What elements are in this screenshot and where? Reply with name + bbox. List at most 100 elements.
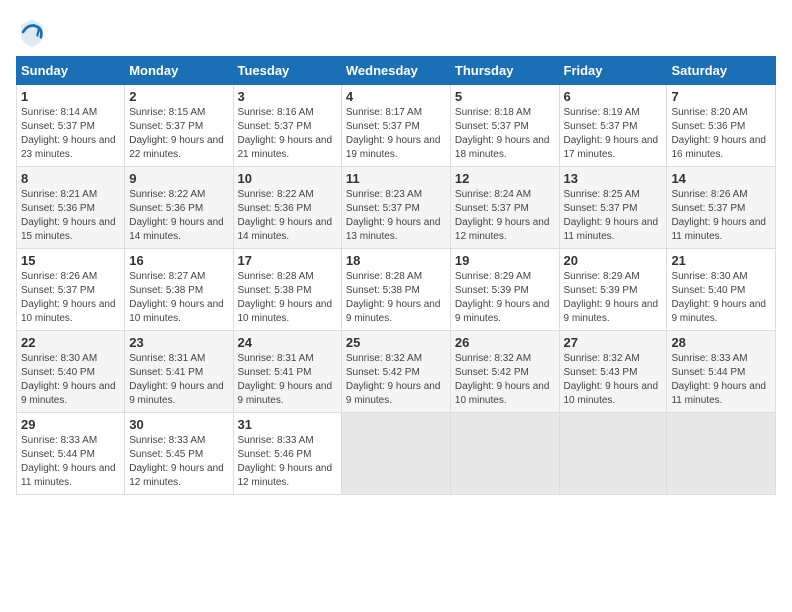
logo: [16, 16, 52, 48]
calendar-cell: 11 Sunrise: 8:23 AM Sunset: 5:37 PM Dayl…: [341, 167, 450, 249]
header-day-saturday: Saturday: [667, 57, 776, 85]
calendar-cell: [559, 413, 667, 495]
header-day-monday: Monday: [125, 57, 233, 85]
day-number: 30: [129, 417, 228, 432]
day-number: 17: [238, 253, 337, 268]
day-number: 2: [129, 89, 228, 104]
day-number: 21: [671, 253, 771, 268]
day-number: 16: [129, 253, 228, 268]
calendar-cell: 13 Sunrise: 8:25 AM Sunset: 5:37 PM Dayl…: [559, 167, 667, 249]
day-info: Sunrise: 8:26 AM Sunset: 5:37 PM Dayligh…: [21, 270, 120, 326]
calendar-cell: [341, 413, 450, 495]
day-info: Sunrise: 8:30 AM Sunset: 5:40 PM Dayligh…: [21, 352, 120, 408]
page-header: [16, 16, 776, 48]
day-info: Sunrise: 8:29 AM Sunset: 5:39 PM Dayligh…: [564, 270, 663, 326]
day-number: 9: [129, 171, 228, 186]
calendar-cell: 17 Sunrise: 8:28 AM Sunset: 5:38 PM Dayl…: [233, 249, 341, 331]
calendar-cell: 16 Sunrise: 8:27 AM Sunset: 5:38 PM Dayl…: [125, 249, 233, 331]
calendar-cell: 24 Sunrise: 8:31 AM Sunset: 5:41 PM Dayl…: [233, 331, 341, 413]
calendar-cell: 6 Sunrise: 8:19 AM Sunset: 5:37 PM Dayli…: [559, 85, 667, 167]
day-info: Sunrise: 8:33 AM Sunset: 5:44 PM Dayligh…: [21, 434, 120, 490]
day-info: Sunrise: 8:14 AM Sunset: 5:37 PM Dayligh…: [21, 106, 120, 162]
calendar-cell: 20 Sunrise: 8:29 AM Sunset: 5:39 PM Dayl…: [559, 249, 667, 331]
day-number: 11: [346, 171, 446, 186]
day-info: Sunrise: 8:33 AM Sunset: 5:45 PM Dayligh…: [129, 434, 228, 490]
calendar-body: 1 Sunrise: 8:14 AM Sunset: 5:37 PM Dayli…: [17, 85, 776, 495]
calendar-cell: [450, 413, 559, 495]
day-info: Sunrise: 8:21 AM Sunset: 5:36 PM Dayligh…: [21, 188, 120, 244]
day-number: 13: [564, 171, 663, 186]
day-number: 18: [346, 253, 446, 268]
day-info: Sunrise: 8:29 AM Sunset: 5:39 PM Dayligh…: [455, 270, 555, 326]
day-number: 27: [564, 335, 663, 350]
header-row: SundayMondayTuesdayWednesdayThursdayFrid…: [17, 57, 776, 85]
logo-icon: [16, 16, 48, 48]
day-number: 28: [671, 335, 771, 350]
calendar-cell: 23 Sunrise: 8:31 AM Sunset: 5:41 PM Dayl…: [125, 331, 233, 413]
week-row-1: 1 Sunrise: 8:14 AM Sunset: 5:37 PM Dayli…: [17, 85, 776, 167]
calendar-cell: 1 Sunrise: 8:14 AM Sunset: 5:37 PM Dayli…: [17, 85, 125, 167]
calendar-cell: 21 Sunrise: 8:30 AM Sunset: 5:40 PM Dayl…: [667, 249, 776, 331]
calendar-cell: 10 Sunrise: 8:22 AM Sunset: 5:36 PM Dayl…: [233, 167, 341, 249]
header-day-wednesday: Wednesday: [341, 57, 450, 85]
day-number: 4: [346, 89, 446, 104]
calendar-cell: 25 Sunrise: 8:32 AM Sunset: 5:42 PM Dayl…: [341, 331, 450, 413]
day-info: Sunrise: 8:25 AM Sunset: 5:37 PM Dayligh…: [564, 188, 663, 244]
day-info: Sunrise: 8:16 AM Sunset: 5:37 PM Dayligh…: [238, 106, 337, 162]
day-number: 31: [238, 417, 337, 432]
header-day-friday: Friday: [559, 57, 667, 85]
day-info: Sunrise: 8:31 AM Sunset: 5:41 PM Dayligh…: [238, 352, 337, 408]
day-info: Sunrise: 8:26 AM Sunset: 5:37 PM Dayligh…: [671, 188, 771, 244]
day-number: 12: [455, 171, 555, 186]
day-info: Sunrise: 8:22 AM Sunset: 5:36 PM Dayligh…: [129, 188, 228, 244]
day-info: Sunrise: 8:18 AM Sunset: 5:37 PM Dayligh…: [455, 106, 555, 162]
week-row-3: 15 Sunrise: 8:26 AM Sunset: 5:37 PM Dayl…: [17, 249, 776, 331]
day-number: 1: [21, 89, 120, 104]
day-info: Sunrise: 8:28 AM Sunset: 5:38 PM Dayligh…: [238, 270, 337, 326]
calendar-cell: 15 Sunrise: 8:26 AM Sunset: 5:37 PM Dayl…: [17, 249, 125, 331]
day-info: Sunrise: 8:24 AM Sunset: 5:37 PM Dayligh…: [455, 188, 555, 244]
day-number: 20: [564, 253, 663, 268]
day-number: 26: [455, 335, 555, 350]
day-info: Sunrise: 8:17 AM Sunset: 5:37 PM Dayligh…: [346, 106, 446, 162]
calendar-cell: 26 Sunrise: 8:32 AM Sunset: 5:42 PM Dayl…: [450, 331, 559, 413]
calendar-cell: 3 Sunrise: 8:16 AM Sunset: 5:37 PM Dayli…: [233, 85, 341, 167]
day-number: 29: [21, 417, 120, 432]
day-number: 8: [21, 171, 120, 186]
calendar-cell: 19 Sunrise: 8:29 AM Sunset: 5:39 PM Dayl…: [450, 249, 559, 331]
day-number: 22: [21, 335, 120, 350]
calendar-cell: 29 Sunrise: 8:33 AM Sunset: 5:44 PM Dayl…: [17, 413, 125, 495]
week-row-4: 22 Sunrise: 8:30 AM Sunset: 5:40 PM Dayl…: [17, 331, 776, 413]
day-info: Sunrise: 8:27 AM Sunset: 5:38 PM Dayligh…: [129, 270, 228, 326]
header-day-thursday: Thursday: [450, 57, 559, 85]
calendar-cell: 30 Sunrise: 8:33 AM Sunset: 5:45 PM Dayl…: [125, 413, 233, 495]
day-number: 6: [564, 89, 663, 104]
calendar-cell: 14 Sunrise: 8:26 AM Sunset: 5:37 PM Dayl…: [667, 167, 776, 249]
day-info: Sunrise: 8:23 AM Sunset: 5:37 PM Dayligh…: [346, 188, 446, 244]
day-info: Sunrise: 8:30 AM Sunset: 5:40 PM Dayligh…: [671, 270, 771, 326]
calendar-cell: 31 Sunrise: 8:33 AM Sunset: 5:46 PM Dayl…: [233, 413, 341, 495]
day-info: Sunrise: 8:28 AM Sunset: 5:38 PM Dayligh…: [346, 270, 446, 326]
calendar-cell: 28 Sunrise: 8:33 AM Sunset: 5:44 PM Dayl…: [667, 331, 776, 413]
day-number: 14: [671, 171, 771, 186]
day-info: Sunrise: 8:32 AM Sunset: 5:43 PM Dayligh…: [564, 352, 663, 408]
calendar-cell: 27 Sunrise: 8:32 AM Sunset: 5:43 PM Dayl…: [559, 331, 667, 413]
calendar-table: SundayMondayTuesdayWednesdayThursdayFrid…: [16, 56, 776, 495]
calendar-cell: [667, 413, 776, 495]
header-day-tuesday: Tuesday: [233, 57, 341, 85]
week-row-5: 29 Sunrise: 8:33 AM Sunset: 5:44 PM Dayl…: [17, 413, 776, 495]
day-number: 3: [238, 89, 337, 104]
calendar-cell: 22 Sunrise: 8:30 AM Sunset: 5:40 PM Dayl…: [17, 331, 125, 413]
calendar-cell: 9 Sunrise: 8:22 AM Sunset: 5:36 PM Dayli…: [125, 167, 233, 249]
day-info: Sunrise: 8:33 AM Sunset: 5:46 PM Dayligh…: [238, 434, 337, 490]
day-number: 23: [129, 335, 228, 350]
day-number: 19: [455, 253, 555, 268]
day-info: Sunrise: 8:20 AM Sunset: 5:36 PM Dayligh…: [671, 106, 771, 162]
week-row-2: 8 Sunrise: 8:21 AM Sunset: 5:36 PM Dayli…: [17, 167, 776, 249]
calendar-cell: 18 Sunrise: 8:28 AM Sunset: 5:38 PM Dayl…: [341, 249, 450, 331]
day-number: 5: [455, 89, 555, 104]
day-info: Sunrise: 8:32 AM Sunset: 5:42 PM Dayligh…: [455, 352, 555, 408]
day-info: Sunrise: 8:19 AM Sunset: 5:37 PM Dayligh…: [564, 106, 663, 162]
header-day-sunday: Sunday: [17, 57, 125, 85]
day-number: 25: [346, 335, 446, 350]
